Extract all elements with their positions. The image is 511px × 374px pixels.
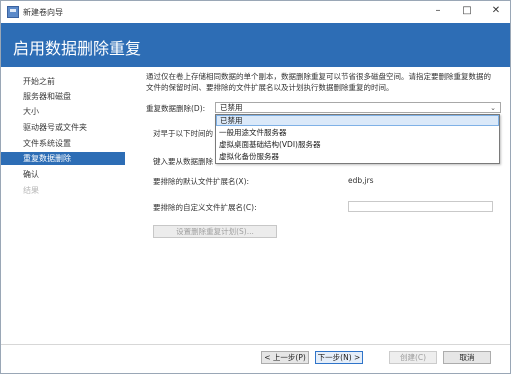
custom-ext-label: 要排除的自定义文件扩展名(C): — [153, 203, 257, 212]
title-bar: 新建卷向导 – □ ✕ — [1, 1, 510, 23]
minimize-icon[interactable]: – — [427, 3, 449, 19]
create-button: 创建(C) — [389, 351, 437, 364]
main-panel: 通过仅在卷上存储相同数据的单个副本，数据删除重复可以节省很多磁盘空间。请指定要删… — [141, 67, 503, 343]
nav-item-before-you-begin[interactable]: 开始之前 — [1, 75, 125, 88]
nav-item-server-and-disk[interactable]: 服务器和磁盘 — [1, 90, 125, 103]
description-text: 通过仅在卷上存储相同数据的单个副本，数据删除重复可以节省很多磁盘空间。请指定要删… — [146, 72, 491, 92]
wizard-window: 新建卷向导 – □ ✕ 启用数据删除重复 开始之前 服务器和磁盘 大小 驱动器号… — [0, 0, 511, 374]
nav-item-confirmation[interactable]: 确认 — [1, 168, 125, 181]
wizard-app-icon — [7, 6, 19, 18]
dropdown-option-vdi-server[interactable]: 虚拟桌面基础结构(VDI)服务器 — [216, 139, 499, 150]
next-button[interactable]: 下一步(N) > — [315, 351, 363, 364]
dropdown-option-backup-server[interactable]: 虚拟化备份服务器 — [216, 151, 499, 162]
nav-item-results: 结果 — [23, 186, 39, 195]
dropdown-option-general-file-server[interactable]: 一般用途文件服务器 — [216, 127, 499, 138]
chevron-down-icon: ⌄ — [490, 104, 496, 112]
dedup-select[interactable]: 已禁用 ⌄ — [215, 102, 501, 113]
page-title: 启用数据删除重复 — [13, 39, 142, 58]
custom-ext-input[interactable] — [348, 201, 493, 212]
window-title: 新建卷向导 — [23, 8, 63, 17]
wizard-nav: 开始之前 服务器和磁盘 大小 驱动器号或文件夹 文件系统设置 重复数据删除 确认… — [1, 67, 129, 351]
default-ext-label: 要排除的默认文件扩展名(X): — [153, 177, 250, 186]
dedup-dropdown-list: 已禁用 一般用途文件服务器 虚拟桌面基础结构(VDI)服务器 虚拟化备份服务器 — [215, 114, 500, 164]
dedup-label: 重复数据删除(D): — [146, 104, 206, 113]
footer-divider — [1, 344, 510, 345]
dropdown-option-disabled[interactable]: 已禁用 — [216, 115, 499, 126]
nav-item-deduplication[interactable]: 重复数据删除 — [1, 152, 125, 165]
cancel-button[interactable]: 取消 — [443, 351, 491, 364]
close-icon[interactable]: ✕ — [485, 3, 507, 19]
exclude-types-label: 键入要从数据删除 — [153, 157, 213, 166]
default-ext-value: edb,jrs — [348, 176, 374, 185]
dedup-select-value: 已禁用 — [220, 103, 243, 112]
header-band: 启用数据删除重复 — [1, 23, 510, 67]
nav-item-file-system[interactable]: 文件系统设置 — [1, 137, 125, 150]
schedule-dedup-button: 设置删除重复计划(S)... — [153, 225, 277, 238]
file-age-label: 对早于以下时间的 — [153, 129, 213, 138]
nav-item-size[interactable]: 大小 — [1, 105, 125, 118]
maximize-icon[interactable]: □ — [456, 3, 478, 19]
nav-item-drive-letter[interactable]: 驱动器号或文件夹 — [1, 121, 125, 134]
prev-button[interactable]: < 上一步(P) — [261, 351, 309, 364]
